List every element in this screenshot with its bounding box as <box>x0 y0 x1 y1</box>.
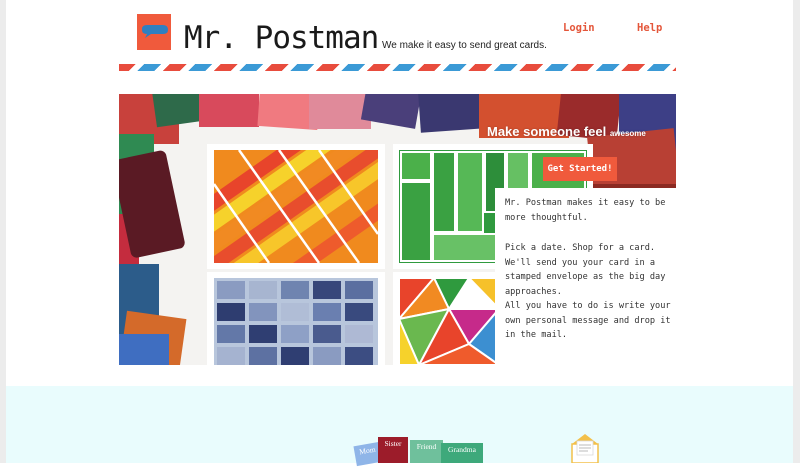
intro-text: Mr. Postman makes it easy to be more tho… <box>505 198 666 223</box>
airmail-stripe <box>119 64 676 71</box>
info-panel: Mr. Postman makes it easy to be more tho… <box>495 188 676 365</box>
brand-tagline: We make it easy to send great cards. <box>382 40 547 51</box>
body-text-2: All you have to do is write your own per… <box>505 301 671 340</box>
brand-name[interactable]: Mr. Postman <box>184 20 379 56</box>
category-tab-sister[interactable]: Sister <box>378 437 408 463</box>
page-edge-right <box>793 0 800 463</box>
logo-icon[interactable] <box>137 14 171 50</box>
help-link[interactable]: Help <box>637 22 662 34</box>
envelope-icon[interactable] <box>568 432 602 464</box>
login-link[interactable]: Login <box>563 22 595 34</box>
hero-headline: Make someone feel awesome <box>487 124 646 139</box>
category-tab-grandma[interactable]: Grandma <box>441 443 483 463</box>
body-text: Pick a date. Shop for a card. We'll send… <box>505 243 666 297</box>
get-started-button[interactable]: Get Started! <box>543 157 617 181</box>
category-tab-friend[interactable]: Friend <box>410 440 443 463</box>
